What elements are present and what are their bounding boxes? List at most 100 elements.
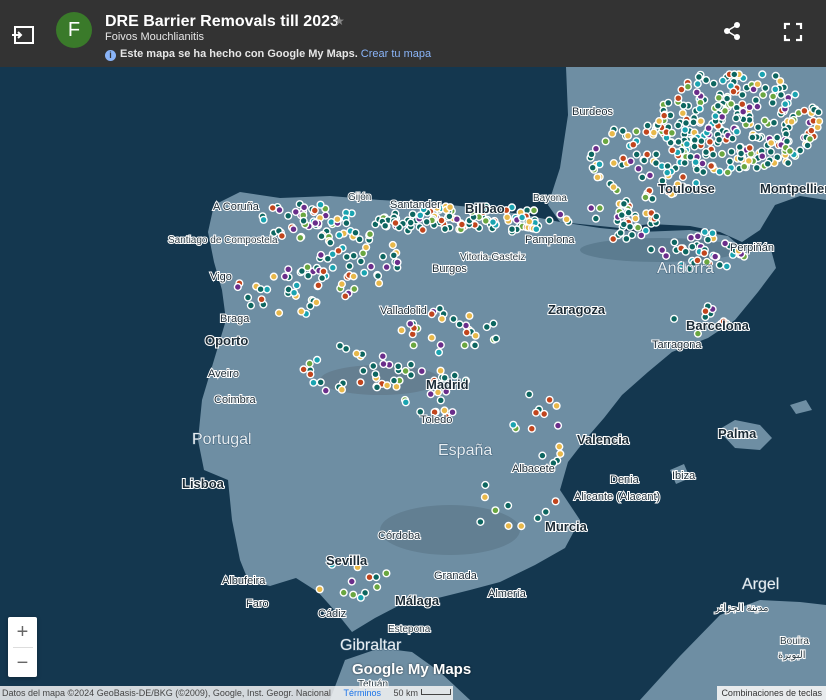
barrier-marker[interactable] xyxy=(372,572,381,582)
barrier-marker[interactable] xyxy=(383,381,392,390)
barrier-marker[interactable] xyxy=(277,231,287,241)
barrier-marker[interactable] xyxy=(680,125,690,134)
barrier-marker[interactable] xyxy=(701,75,711,85)
barrier-marker[interactable] xyxy=(701,148,711,157)
barrier-marker[interactable] xyxy=(711,252,720,261)
barrier-marker[interactable] xyxy=(369,361,378,371)
barrier-marker[interactable] xyxy=(629,140,638,149)
barrier-marker[interactable] xyxy=(243,293,253,302)
barrier-marker[interactable] xyxy=(299,365,308,374)
barrier-marker[interactable] xyxy=(300,203,309,212)
barrier-marker[interactable] xyxy=(427,310,436,319)
barrier-marker[interactable] xyxy=(760,116,769,125)
barrier-marker[interactable] xyxy=(556,449,565,459)
barrier-marker[interactable] xyxy=(769,118,779,127)
barrier-marker[interactable] xyxy=(637,231,646,240)
barrier-marker[interactable] xyxy=(617,211,626,220)
zoom-out-button[interactable]: − xyxy=(8,648,37,678)
barrier-marker[interactable] xyxy=(446,203,455,212)
barrier-marker[interactable] xyxy=(698,159,707,168)
barrier-marker[interactable] xyxy=(753,123,763,132)
barrier-marker[interactable] xyxy=(345,262,354,271)
barrier-marker[interactable] xyxy=(758,70,767,79)
barrier-marker[interactable] xyxy=(527,424,536,433)
barrier-marker[interactable] xyxy=(525,390,534,399)
barrier-marker[interactable] xyxy=(280,272,290,281)
barrier-marker[interactable] xyxy=(365,573,374,582)
barrier-marker[interactable] xyxy=(609,234,618,244)
barrier-marker[interactable] xyxy=(259,215,268,224)
barrier-marker[interactable] xyxy=(661,251,671,261)
barrier-marker[interactable] xyxy=(489,319,498,328)
barrier-marker[interactable] xyxy=(529,206,539,215)
barrier-marker[interactable] xyxy=(619,154,628,163)
barrier-marker[interactable] xyxy=(648,194,657,203)
barrier-marker[interactable] xyxy=(334,246,343,255)
barrier-marker[interactable] xyxy=(731,114,741,123)
barrier-marker[interactable] xyxy=(696,117,705,126)
barrier-marker[interactable] xyxy=(732,127,741,136)
barrier-marker[interactable] xyxy=(401,398,410,407)
barrier-marker[interactable] xyxy=(362,243,371,252)
barrier-marker[interactable] xyxy=(422,217,431,226)
barrier-marker[interactable] xyxy=(686,152,695,161)
barrier-marker[interactable] xyxy=(406,360,416,369)
barrier-marker[interactable] xyxy=(562,215,571,224)
barrier-marker[interactable] xyxy=(427,333,436,342)
barrier-marker[interactable] xyxy=(374,279,384,288)
barrier-marker[interactable] xyxy=(758,152,767,161)
barrier-marker[interactable] xyxy=(449,314,458,324)
barrier-marker[interactable] xyxy=(745,143,754,153)
barrier-marker[interactable] xyxy=(349,272,358,281)
barrier-marker[interactable] xyxy=(699,167,708,177)
barrier-marker[interactable] xyxy=(491,506,500,515)
barrier-marker[interactable] xyxy=(304,271,313,280)
barrier-marker[interactable] xyxy=(393,258,402,267)
barrier-marker[interactable] xyxy=(751,96,761,105)
barrier-marker[interactable] xyxy=(783,158,793,168)
barrier-marker[interactable] xyxy=(418,225,427,235)
keyboard-shortcuts-button[interactable]: Combinaciones de teclas xyxy=(717,686,826,700)
barrier-marker[interactable] xyxy=(323,254,332,263)
barrier-marker[interactable] xyxy=(462,328,471,337)
barrier-marker[interactable] xyxy=(642,127,651,137)
barrier-marker[interactable] xyxy=(709,79,718,88)
barrier-marker[interactable] xyxy=(352,349,361,358)
barrier-marker[interactable] xyxy=(587,150,596,159)
barrier-marker[interactable] xyxy=(632,150,641,159)
barrier-marker[interactable] xyxy=(643,121,652,130)
barrier-marker[interactable] xyxy=(667,128,677,137)
barrier-marker[interactable] xyxy=(315,585,324,594)
barrier-marker[interactable] xyxy=(284,265,293,274)
barrier-marker[interactable] xyxy=(619,199,629,208)
barrier-marker[interactable] xyxy=(714,93,723,102)
barrier-marker[interactable] xyxy=(256,285,265,294)
barrier-marker[interactable] xyxy=(316,378,325,387)
barrier-marker[interactable] xyxy=(378,252,388,261)
barrier-marker[interactable] xyxy=(445,212,454,221)
barrier-marker[interactable] xyxy=(720,239,730,248)
barrier-marker[interactable] xyxy=(715,260,724,270)
barrier-marker[interactable] xyxy=(669,314,679,323)
barrier-marker[interactable] xyxy=(406,371,416,380)
barrier-marker[interactable] xyxy=(342,252,351,262)
barrier-marker[interactable] xyxy=(632,127,641,136)
barrier-marker[interactable] xyxy=(476,517,485,527)
barrier-marker[interactable] xyxy=(682,140,692,149)
barrier-marker[interactable] xyxy=(735,143,744,152)
barrier-marker[interactable] xyxy=(722,262,731,271)
barrier-marker[interactable] xyxy=(686,233,696,242)
barrier-marker[interactable] xyxy=(616,228,625,238)
barrier-marker[interactable] xyxy=(246,301,256,310)
barrier-marker[interactable] xyxy=(316,200,325,209)
barrier-marker[interactable] xyxy=(471,331,480,340)
barrier-marker[interactable] xyxy=(649,128,658,137)
barrier-marker[interactable] xyxy=(365,230,375,239)
barrier-marker[interactable] xyxy=(296,233,305,242)
barrier-marker[interactable] xyxy=(640,156,649,165)
barrier-marker[interactable] xyxy=(291,207,300,217)
barrier-marker[interactable] xyxy=(689,118,698,127)
barrier-marker[interactable] xyxy=(551,497,560,506)
barrier-marker[interactable] xyxy=(708,150,718,159)
barrier-marker[interactable] xyxy=(372,383,382,392)
